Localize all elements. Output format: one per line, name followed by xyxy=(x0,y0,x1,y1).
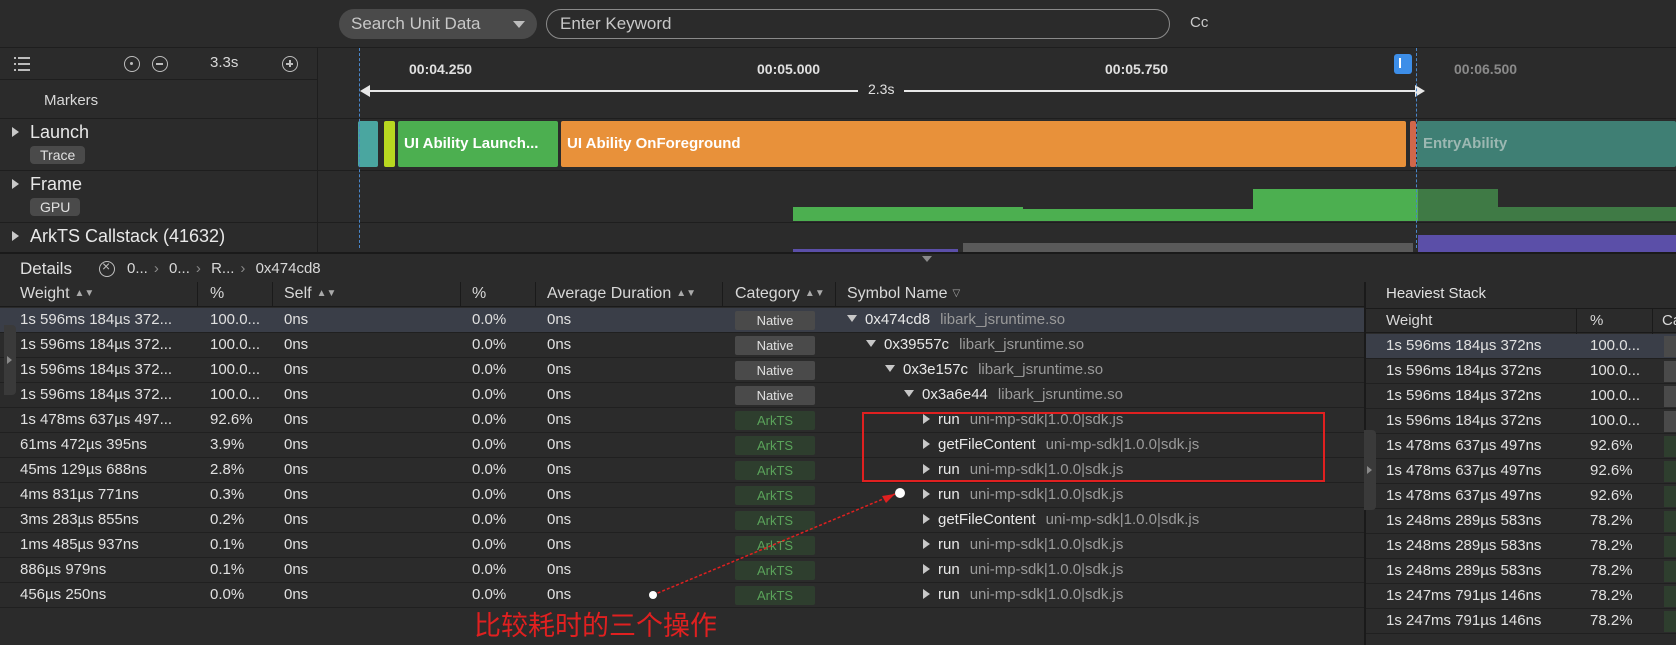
profiler-window: Search Unit Data Enter Keyword Cc 3.3s M… xyxy=(0,0,1676,645)
annotation-text: 比较耗时的三个操作 xyxy=(474,611,717,642)
annotation-arrow xyxy=(649,488,905,599)
